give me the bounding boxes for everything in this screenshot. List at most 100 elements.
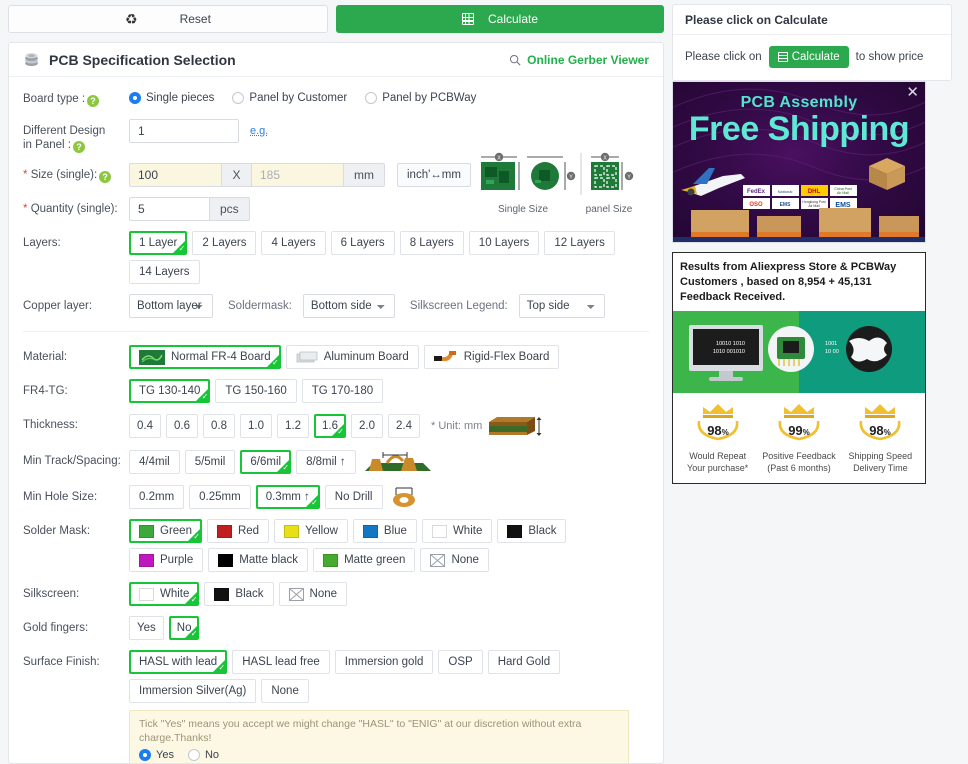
radio-enig-no[interactable]: No: [187, 749, 219, 761]
chip-layers-4[interactable]: 4 Layers: [261, 231, 326, 255]
chip-mask-yellow[interactable]: Yellow: [274, 519, 348, 543]
drill-hole-icon: [392, 487, 415, 507]
thickness-unit-note: * Unit: mm: [431, 420, 483, 432]
chip-thickness-0-6[interactable]: 0.6: [166, 414, 198, 438]
sidebar-calculate-label: Calculate: [791, 51, 840, 63]
feedback-pct: 98: [707, 423, 721, 438]
chip-tg-150-160[interactable]: TG 150-160: [215, 379, 297, 403]
different-design-input[interactable]: [129, 119, 239, 143]
chip-finish-hasl-with-lead[interactable]: HASL with lead: [129, 650, 228, 674]
chip-mask-matte-black[interactable]: Matte black: [208, 548, 309, 572]
radio-panel-by-customer[interactable]: Panel by Customer: [232, 92, 347, 104]
size-y-input[interactable]: [251, 163, 343, 187]
chip-mask-none[interactable]: None: [420, 548, 489, 572]
color-swatch: [431, 524, 447, 538]
card-header: PCB Specification Selection Online Gerbe…: [9, 43, 663, 77]
help-icon-different-design[interactable]: ?: [72, 141, 85, 153]
radio-single-pieces[interactable]: Single pieces: [129, 92, 214, 104]
chip-layers-10[interactable]: 10 Layers: [468, 231, 540, 255]
help-icon-board-type[interactable]: ?: [87, 95, 100, 107]
different-design-label: Different Design in Panel :?: [23, 125, 106, 153]
chip-gold-fingers-yes[interactable]: Yes: [129, 616, 164, 640]
copper-layer-select[interactable]: Bottom layer: [129, 294, 213, 318]
chip-mask-green[interactable]: Green: [129, 519, 202, 543]
chip-hole-0-3mm[interactable]: 0.3mm ↑: [255, 485, 320, 509]
chip-mask-red[interactable]: Red: [206, 519, 270, 543]
chip-silkscreen-white[interactable]: White: [129, 582, 200, 606]
spec-form: Board type :? Single pieces Panel by Cus…: [9, 77, 663, 763]
size-x-input[interactable]: [129, 163, 221, 187]
size-label: * Size (single):?: [23, 163, 129, 183]
chip-finish-immersion-gold[interactable]: Immersion gold: [334, 650, 434, 674]
calculate-button[interactable]: Calculate: [336, 5, 664, 33]
board-type-options: Single pieces Panel by Customer Panel by…: [129, 87, 649, 109]
chip-track-5-5mil[interactable]: 5/5mil: [184, 450, 236, 474]
chip-layers-12[interactable]: 12 Layers: [544, 231, 615, 255]
unit-convert-button[interactable]: inch'↔mm: [397, 163, 471, 187]
chip-material-aluminum[interactable]: Aluminum Board: [285, 345, 419, 369]
row-layers: Layers: 1 Layer 2 Layers 4 Layers 6 Laye…: [23, 231, 649, 284]
quantity-label: * Quantity (single):: [23, 203, 118, 215]
feedback-stat: 98% Would Repeat Your purchase*: [677, 401, 758, 474]
chip-layers-6[interactable]: 6 Layers: [330, 231, 395, 255]
chip-mask-matte-green[interactable]: Matte green: [313, 548, 416, 572]
soldermask-label: Soldermask:: [228, 300, 292, 312]
chip-layers-2[interactable]: 2 Layers: [192, 231, 257, 255]
example-link[interactable]: e.g.: [250, 125, 268, 137]
chip-thickness-2-0[interactable]: 2.0: [351, 414, 383, 438]
chip-hole-0-25mm[interactable]: 0.25mm: [189, 485, 251, 509]
soldermask-select[interactable]: Bottom side: [302, 294, 395, 318]
quantity-input-group: pcs: [129, 197, 250, 221]
chip-tg-130-140[interactable]: TG 130-140: [129, 379, 211, 403]
chip-mask-white[interactable]: White: [421, 519, 493, 543]
reset-button[interactable]: ♻ Reset: [8, 5, 328, 33]
promo-banner[interactable]: FedEx National DHL China Post Air Mail OS…: [672, 81, 926, 243]
feedback-graphics-icon: 10010 1010 1010 001010 1001 10 00: [689, 325, 892, 381]
chip-layers-8[interactable]: 8 Layers: [399, 231, 464, 255]
price-panel-body: Please click on Calculate to show price: [673, 35, 951, 80]
chip-track-8-8mil[interactable]: 8/8mil ↑: [296, 450, 356, 474]
svg-text:1010 001010: 1010 001010: [713, 349, 745, 355]
fr4-tg-label: FR4-TG:: [23, 385, 68, 397]
radio-enig-yes[interactable]: Yes: [139, 749, 174, 761]
chip-thickness-1-2[interactable]: 1.2: [277, 414, 309, 438]
chip-layers-1[interactable]: 1 Layer: [129, 231, 188, 255]
svg-text:10010 1010: 10010 1010: [716, 341, 745, 347]
chip-tg-170-180[interactable]: TG 170-180: [301, 379, 384, 403]
radio-panel-by-pcbway[interactable]: Panel by PCBWay: [365, 92, 476, 104]
chip-finish-hard-gold[interactable]: Hard Gold: [487, 650, 561, 674]
chip-finish-immersion-silver[interactable]: Immersion Silver(Ag): [129, 679, 257, 703]
chip-thickness-2-4[interactable]: 2.4: [388, 414, 420, 438]
silkscreen-legend-select[interactable]: Top side: [518, 294, 605, 318]
chip-track-4-4mil[interactable]: 4/4mil: [129, 450, 180, 474]
chip-thickness-0-8[interactable]: 0.8: [203, 414, 235, 438]
chip-finish-none[interactable]: None: [261, 679, 309, 703]
chip-mask-black[interactable]: Black: [497, 519, 567, 543]
chip-hole-0-2mm[interactable]: 0.2mm: [129, 485, 185, 509]
sidebar-calculate-button[interactable]: Calculate: [768, 46, 849, 68]
price-suffix-text: to show price: [855, 51, 924, 63]
chip-mask-blue[interactable]: Blue: [352, 519, 417, 543]
chip-thickness-1-6[interactable]: 1.6: [314, 414, 346, 438]
chip-gold-fingers-no[interactable]: No: [168, 616, 200, 640]
online-gerber-viewer-link[interactable]: Online Gerber Viewer: [509, 53, 649, 67]
chip-material-fr4[interactable]: Normal FR-4 Board: [129, 345, 281, 369]
quantity-input[interactable]: [129, 197, 209, 221]
surface-finish-label: Surface Finish:: [23, 656, 100, 668]
chip-finish-osp[interactable]: OSP: [438, 650, 483, 674]
min-track-label: Min Track/Spacing:: [23, 455, 121, 467]
help-icon-size[interactable]: ?: [99, 171, 112, 183]
chip-finish-hasl-lead-free[interactable]: HASL lead free: [232, 650, 330, 674]
svg-text:10 00: 10 00: [825, 349, 839, 355]
chip-thickness-1-0[interactable]: 1.0: [240, 414, 272, 438]
chip-track-6-6mil[interactable]: 6/6mil: [240, 450, 292, 474]
chip-mask-purple[interactable]: Purple: [129, 548, 204, 572]
chip-silkscreen-black[interactable]: Black: [204, 582, 274, 606]
min-hole-options: 0.2mm 0.25mm 0.3mm ↑ No Drill: [129, 485, 649, 509]
chip-silkscreen-none[interactable]: None: [278, 582, 348, 606]
solder-mask-label: Solder Mask:: [23, 525, 91, 537]
chip-layers-14[interactable]: 14 Layers: [129, 260, 200, 284]
chip-material-rigid-flex[interactable]: Rigid-Flex Board: [423, 345, 560, 369]
chip-thickness-0-4[interactable]: 0.4: [129, 414, 161, 438]
chip-hole-no-drill[interactable]: No Drill: [324, 485, 383, 509]
